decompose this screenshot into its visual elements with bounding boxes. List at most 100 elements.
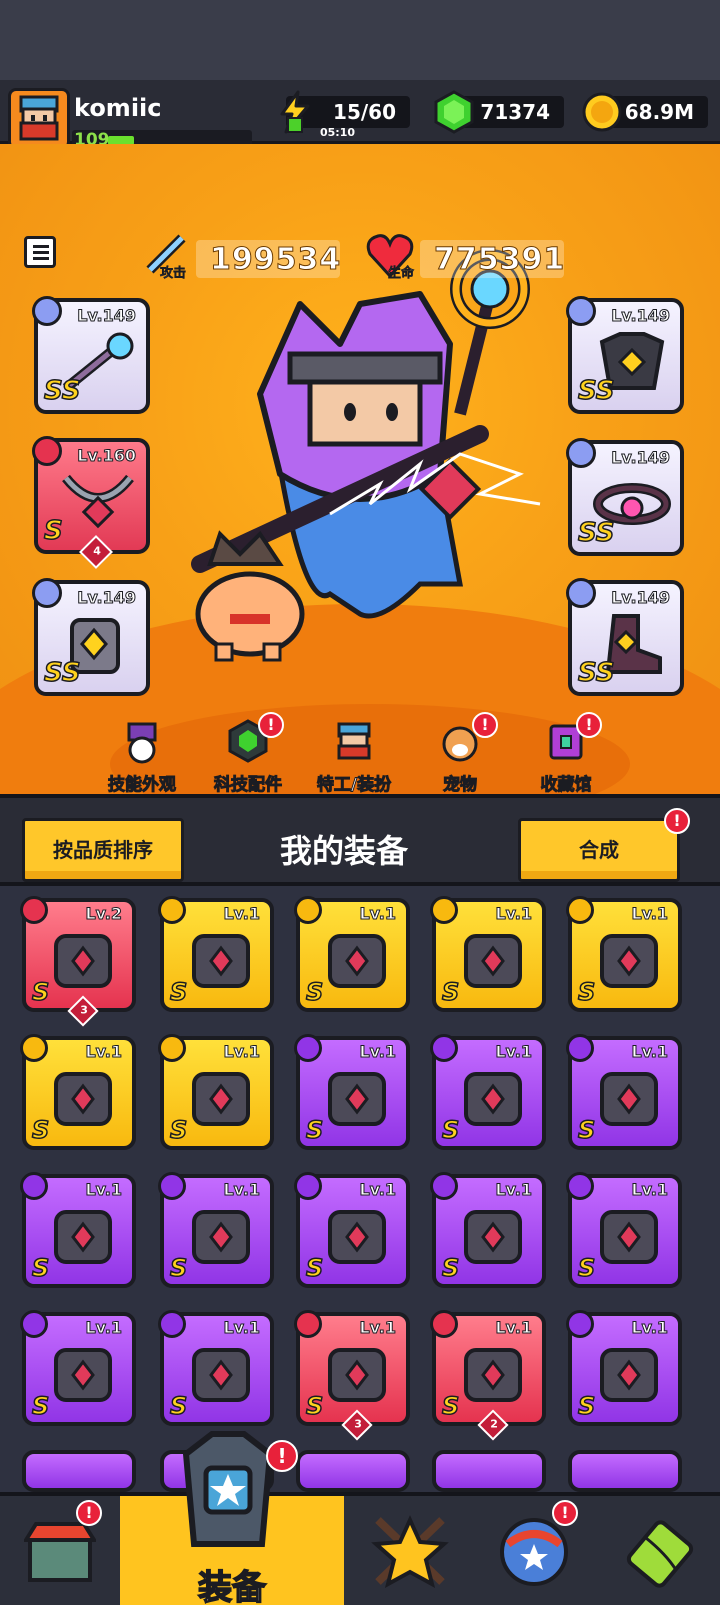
inventory-item-partial[interactable] — [296, 1450, 410, 1492]
menu-list-button[interactable] — [24, 236, 56, 268]
energy-value: 15/60 — [333, 100, 396, 124]
inventory-item[interactable]: Lv.1 S — [20, 1310, 136, 1426]
item-level: Lv.1 — [631, 1180, 669, 1200]
energy-counter[interactable]: 15/60 — [280, 90, 410, 134]
inventory-item[interactable]: Lv.1 S 3 — [294, 1310, 410, 1441]
equipment-armor-icon — [182, 1431, 274, 1547]
chain-item-icon — [62, 474, 134, 529]
star-ring-item-icon — [54, 1210, 112, 1264]
shop-alert-badge: ! — [76, 1500, 102, 1526]
inventory-item[interactable]: Lv.1 S — [158, 1172, 274, 1288]
item-level: Lv.1 — [85, 1042, 123, 1062]
dark-boots-item-icon — [54, 1072, 112, 1126]
item-level: Lv.1 — [631, 1042, 669, 1062]
energy-timer: 05:10 — [320, 126, 356, 139]
inventory-item[interactable]: Lv.1 S — [566, 1172, 682, 1288]
item-level: Lv.1 — [631, 904, 669, 924]
equip-slot-belt[interactable]: Lv.149 SS — [566, 438, 684, 556]
item-level: Lv.1 — [359, 1180, 397, 1200]
inventory-item-partial[interactable] — [568, 1450, 682, 1492]
agent-outfit-button[interactable]: 特工/装扮 — [304, 718, 404, 796]
nav-gene[interactable] — [600, 1496, 720, 1605]
equip-quality: SS — [43, 657, 81, 689]
item-level: Lv.1 — [223, 1318, 261, 1338]
nav-pet-ball[interactable] — [476, 1496, 596, 1605]
agent-outfit-label: 特工/装扮 — [316, 775, 392, 796]
item-quality: S — [169, 1253, 188, 1283]
skill-skin-button[interactable]: 技能外观 — [92, 718, 192, 796]
equip-level: Lv.149 — [611, 588, 671, 608]
inventory-item[interactable]: Lv.1 S — [566, 896, 682, 1012]
item-quality: S — [577, 977, 596, 1007]
inventory-item[interactable]: Lv.1 S — [430, 896, 546, 1012]
item-quality: S — [31, 1253, 50, 1283]
inventory-item[interactable]: Lv.1 S — [158, 896, 274, 1012]
item-level: Lv.1 — [223, 1180, 261, 1200]
dna-capsule-icon — [626, 1520, 694, 1588]
inventory-item[interactable]: Lv.1 S — [566, 1310, 682, 1426]
equip-slot-weapon[interactable]: Lv.149 SS — [32, 296, 150, 414]
inventory-item[interactable]: Lv.1 S — [294, 1034, 410, 1150]
inventory-item[interactable]: Lv.1 S 2 — [430, 1310, 546, 1441]
hp-stat: 775391 — [420, 240, 565, 278]
pet-ball-alert-badge: ! — [552, 1500, 578, 1526]
gold-counter[interactable]: 68.9M — [582, 92, 708, 132]
gems-counter[interactable]: 71374 — [434, 90, 564, 134]
coin-plus-icon — [582, 92, 622, 132]
item-type-icon — [158, 1034, 186, 1062]
gems-value: 71374 — [480, 100, 550, 124]
item-quality: S — [305, 1391, 324, 1421]
kunai-item-icon — [464, 1348, 522, 1402]
item-level: Lv.1 — [85, 1318, 123, 1338]
item-type-icon — [566, 1172, 594, 1200]
inventory-item[interactable]: Lv.1 S — [158, 1310, 274, 1426]
item-type-icon — [430, 1034, 458, 1062]
item-type-icon — [430, 896, 458, 924]
sort-by-quality-button[interactable]: 按品质排序 — [22, 818, 184, 882]
star-swords-icon — [371, 1515, 449, 1588]
inventory-item[interactable]: Lv.1 S — [20, 1172, 136, 1288]
item-type-icon — [20, 1310, 48, 1338]
inventory-item[interactable]: Lv.1 S — [430, 1172, 546, 1288]
claw-glove-item-icon — [54, 1348, 112, 1402]
equip-slot-necklace[interactable]: Lv.160 S 4 — [32, 436, 150, 569]
inventory-item-partial[interactable] — [22, 1450, 136, 1492]
pets-label: 宠物 — [443, 775, 478, 796]
collection-label: 收藏馆 — [540, 775, 592, 796]
equip-slot-gloves[interactable]: Lv.149 SS — [32, 578, 150, 696]
mech-helmet-item-icon — [192, 934, 250, 988]
merge-button[interactable]: 合成 — [518, 818, 680, 882]
inventory-item[interactable]: Lv.1 S — [20, 1034, 136, 1150]
item-count-value: 3 — [80, 1003, 88, 1017]
player-avatar[interactable] — [8, 88, 70, 150]
pets-alert-badge: ! — [472, 712, 498, 738]
necklace-type-icon — [32, 436, 62, 466]
item-type-icon — [20, 896, 48, 924]
item-type-icon — [294, 896, 322, 924]
attack-value: 199534 — [209, 242, 342, 278]
equip-quality: S — [43, 515, 63, 547]
inventory-item[interactable]: Lv.1 S — [158, 1034, 274, 1150]
item-quality: S — [305, 1253, 324, 1283]
item-quality: S — [169, 1115, 188, 1145]
inventory-item[interactable]: Lv.1 S — [294, 896, 410, 1012]
dark-belt-item-icon — [328, 1210, 386, 1264]
nav-battle[interactable] — [352, 1496, 472, 1605]
inventory-item[interactable]: Lv.1 S — [430, 1034, 546, 1150]
merge-alert-badge: ! — [664, 808, 690, 834]
item-quality: S — [441, 1253, 460, 1283]
inventory-item[interactable]: Lv.2 S 3 — [20, 896, 136, 1027]
equip-slot-boots[interactable]: Lv.149 SS — [566, 578, 684, 696]
lightning-icon — [280, 90, 310, 134]
inventory-item-partial[interactable] — [432, 1450, 546, 1492]
hp-label: 生命 — [388, 266, 415, 282]
item-quality: S — [169, 977, 188, 1007]
inventory-item[interactable]: Lv.1 S — [566, 1034, 682, 1150]
item-quality: S — [441, 977, 460, 1007]
equip-slot-armor[interactable]: Lv.149 SS — [566, 296, 684, 414]
nav-shop[interactable] — [0, 1496, 120, 1605]
item-quality: S — [31, 1115, 50, 1145]
inventory-item[interactable]: Lv.1 S — [294, 1172, 410, 1288]
blaster-item-icon — [464, 1072, 522, 1126]
item-level: Lv.1 — [495, 1042, 533, 1062]
